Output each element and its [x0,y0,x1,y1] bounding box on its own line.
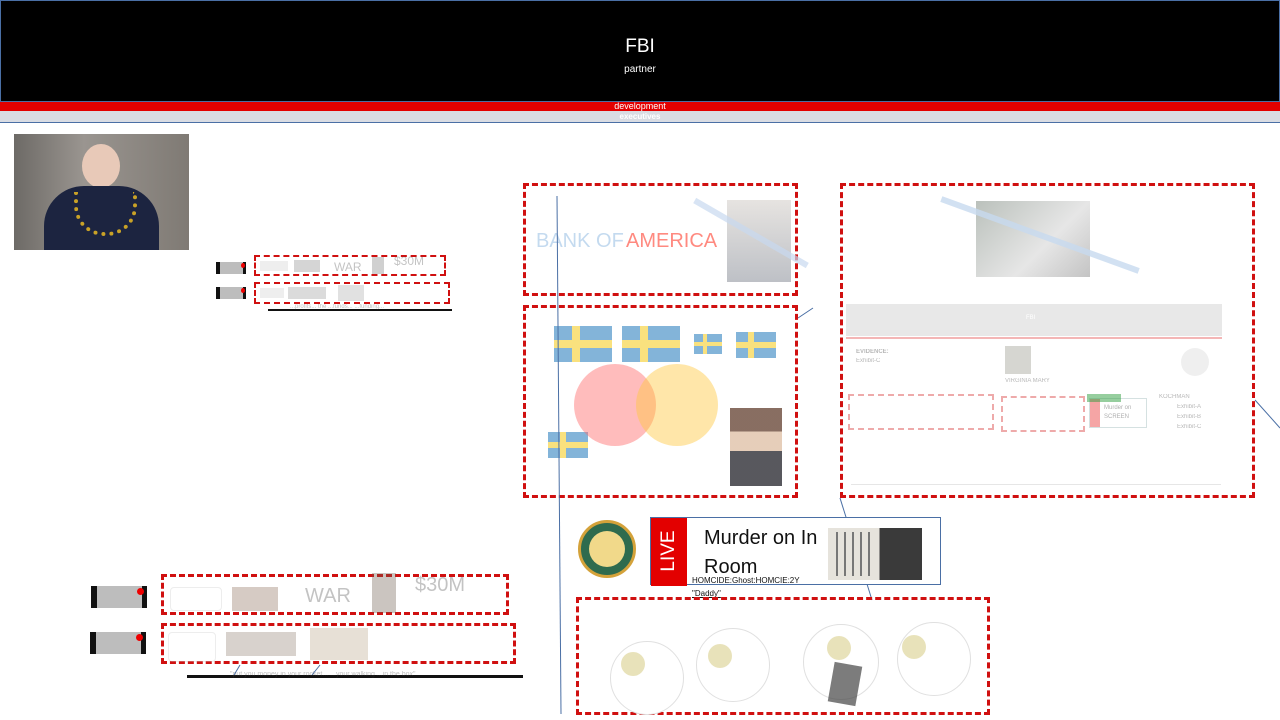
flag-sweden-1 [554,326,612,362]
cell-bars [836,532,876,576]
flag-cross-h [622,340,680,348]
seal-emblem[interactable] [578,520,636,578]
coin-1 [621,652,645,676]
gray-strip: executives [0,111,1280,123]
caption-text: ...profits... the ...funds... ...funding… [290,304,385,310]
flags-card[interactable] [523,305,798,498]
row3-thumb-a [170,587,222,611]
banner-subtitle: partner [624,64,656,75]
fbi-evidence-card[interactable]: FBI EVIDENCE: Exhibit-C VIRGINIA MARY Mu… [840,183,1255,498]
bank-text: BANK OF [536,230,624,252]
flag-sweden-5 [548,432,588,458]
flags-person-photo [730,408,782,486]
flag-cross-h [548,442,588,448]
row3-thumb-b [232,587,278,611]
side-item-2: Exhibit-B [1177,414,1202,420]
flag-cross-h [554,340,612,348]
coin-2 [708,644,732,668]
fbi-mini-live-title: Murder on [1104,405,1132,411]
row4-thumb-c [310,628,368,660]
mastercard-yellow-circle [636,364,718,446]
row2-thumb-a [260,288,284,298]
evidence-row-4[interactable] [161,623,516,664]
banner-title: FBI [625,36,655,57]
live-badge: LIVE [651,518,687,586]
evidence-title: EVIDENCE: [856,349,889,355]
bank-card[interactable]: BANK OF AMERICA [523,183,809,296]
fbi-mini-row-1 [848,394,994,430]
live-caption: HOMCIDE:Ghost:HOMCIE:2Y [692,576,800,585]
row4-thumb-a [168,632,216,662]
fbi-mini-green-tag [1087,394,1121,402]
evidence-row-2[interactable] [254,282,450,304]
evidence-item: Exhibit-C [856,358,881,364]
fbi-mini-redline [846,337,1222,339]
row1-war-label: WAR [334,260,362,274]
coin-4 [902,635,926,659]
flag-cross-h [736,342,776,348]
fbi-mini-banner: FBI [846,304,1222,336]
america-text: AMERICA [626,230,718,252]
red-strip: development [0,102,1280,111]
fbi-person-photo [976,201,1090,277]
coin-circle-4 [897,622,971,696]
fbi-mini-live-badge [1090,399,1100,427]
fbi-bottom-line [851,484,1221,485]
side-title: KOCHMAN [1159,394,1190,400]
toggle-switch-2[interactable] [216,287,246,299]
flag-cross-h [694,342,722,346]
row1-thumb-b [294,260,320,272]
live-card[interactable]: LIVE Murder on In Room [650,517,941,586]
flag-sweden-3 [694,334,722,354]
coins-card[interactable] [576,597,990,715]
portrait-head [82,144,120,188]
lower-caption-text: "put you money in your rocket... ...your… [230,671,416,678]
evidence-row-3[interactable]: WAR $30M [161,573,509,615]
row1-amount-label: $30M [394,254,425,268]
live-photo [828,528,922,580]
toggle-switch-1[interactable] [216,262,246,274]
side-item-1: Exhibit-A [1177,404,1202,410]
portrait-photo[interactable] [14,134,189,250]
seal-inner [589,531,625,567]
coin-3 [827,636,851,660]
row3-amount-label: $30M [415,574,466,596]
row3-thumb-c [372,573,396,613]
fbi-mini-live-sub: SCREEN [1104,414,1130,420]
camera-icon [1181,348,1209,376]
connector-to-fbi [797,307,814,319]
toggle-switch-4[interactable] [90,632,146,654]
row3-war-label: WAR [305,585,351,607]
fbi-mini-row-2 [1001,396,1085,432]
side-item-3: Exhibit-C [1177,424,1202,430]
flag-sweden-4 [736,332,776,358]
person-name: VIRGINIA MARY [1005,378,1050,384]
coin-circle-2 [696,628,770,702]
live-title: Murder on In Room [704,527,818,578]
row2-thumb-b [288,287,326,299]
connector-right-edge [1254,399,1280,429]
evidence-row-1[interactable]: WAR $30M [254,254,446,276]
fbi-mini-live-card: Murder on SCREEN [1089,398,1147,428]
fbi-mini-title: FBI [1026,315,1036,321]
person-thumb [1005,346,1031,374]
flag-sweden-2 [622,326,680,362]
row2-thumb-c [338,285,364,301]
row1-thumb-a [260,261,288,271]
coin-circle-1 [610,641,684,715]
row4-thumb-b [226,632,296,656]
live-label: LIVE [658,530,679,572]
toggle-switch-3[interactable] [91,586,147,608]
coin-3-figure [827,661,863,707]
row1-thumb-c [372,257,384,274]
